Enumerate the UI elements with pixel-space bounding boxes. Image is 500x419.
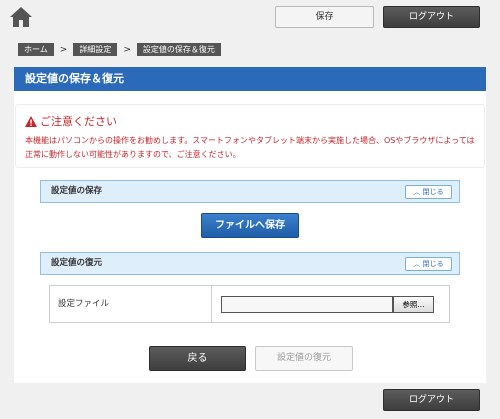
notice-body: 本機能はパソコンからの操作をお勧めします。スマートフォンやタブレット端末から実施… [25, 136, 475, 159]
settings-file-cell: 参照... [212, 286, 449, 322]
section-restore-title: 設定値の復元 [51, 258, 103, 268]
restore-settings-button[interactable]: 設定値の復元 [255, 346, 353, 371]
footer-bar: ログアウト [0, 383, 500, 419]
section-save-collapse-button[interactable]: ︿ 閉じる [405, 185, 452, 199]
settings-file-row: 設定ファイル 参照... [49, 285, 450, 323]
settings-file-input[interactable] [221, 296, 393, 313]
home-icon[interactable] [9, 5, 33, 29]
page-title: 設定値の保存＆復元 [14, 67, 486, 91]
section-save-title: 設定値の保存 [51, 186, 103, 196]
logout-button[interactable]: ログアウト [383, 6, 480, 28]
browse-button[interactable]: 参照... [393, 296, 434, 313]
section-restore-collapse-button[interactable]: ︿ 閉じる [405, 257, 452, 271]
settings-file-label: 設定ファイル [50, 286, 212, 322]
chevron-up-icon: ︿ [413, 188, 421, 196]
top-bar: 保存 ログアウト [0, 0, 500, 34]
warning-icon [25, 115, 37, 127]
save-button[interactable]: 保存 [275, 6, 374, 28]
footer-logout-button[interactable]: ログアウト [383, 389, 480, 411]
breadcrumb-advanced-settings[interactable]: 詳細設定 [73, 43, 118, 56]
notice-heading: ご注意ください [25, 113, 117, 129]
chevron-up-icon: ︿ [413, 260, 421, 268]
collapse-label: 閉じる [422, 188, 444, 196]
save-to-file-button[interactable]: ファイルへ保存 [201, 213, 299, 238]
section-save-header: 設定値の保存 ︿ 閉じる [40, 180, 460, 203]
breadcrumb: ホーム > 詳細設定 > 設定値の保存＆復元 [18, 43, 221, 56]
back-button[interactable]: 戻る [149, 346, 246, 371]
collapse-label: 閉じる [422, 260, 444, 268]
breadcrumb-separator: > [123, 44, 131, 55]
section-restore-header: 設定値の復元 ︿ 閉じる [40, 252, 460, 275]
breadcrumb-current: 設定値の保存＆復元 [136, 43, 221, 56]
breadcrumb-separator: > [59, 44, 68, 55]
notice-box: ご注意ください 本機能はパソコンからの操作をお勧めします。スマートフォンやタブレ… [15, 104, 485, 168]
breadcrumb-home[interactable]: ホーム [18, 43, 54, 56]
notice-heading-text: ご注意ください [40, 115, 117, 128]
